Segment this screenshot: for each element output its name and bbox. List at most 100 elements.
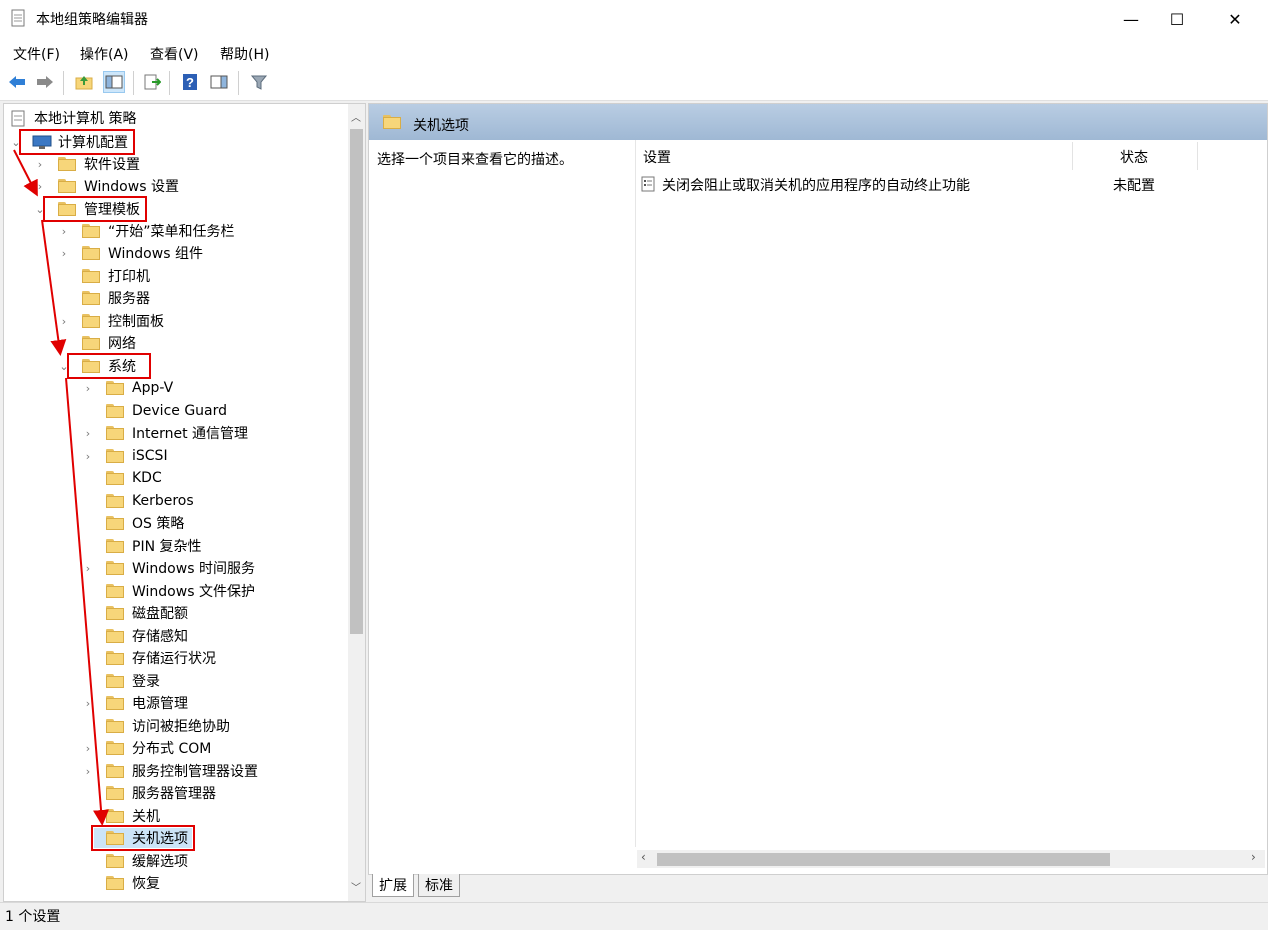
tree-root-label: 本地计算机 策略 [34, 111, 137, 127]
column-header-state[interactable]: 状态 [1120, 147, 1148, 167]
minimize-button[interactable]: — [1108, 0, 1154, 38]
close-button[interactable]: ✕ [1212, 0, 1258, 38]
folder-icon [106, 719, 124, 733]
scroll-down-icon[interactable]: ﹀ [351, 879, 361, 894]
tree-item[interactable]: 磁盘配额 [82, 602, 188, 624]
tree-item-computer-config[interactable]: ⌄ 计算机配置 [10, 129, 135, 155]
admin-templates-box: 管理模板 [43, 196, 147, 222]
tree-item[interactable]: › App-V [82, 377, 173, 399]
show-hide-tree-button[interactable] [103, 71, 125, 93]
chevron-right-icon[interactable]: › [58, 315, 70, 328]
tree-item-label: 登录 [132, 674, 160, 690]
menu-action[interactable]: 操作(A) [80, 44, 129, 64]
tree-item[interactable]: 服务器 [58, 287, 150, 309]
policy-editor-icon [10, 9, 26, 28]
tree-item-windows-settings[interactable]: › Windows 设置 [34, 175, 179, 197]
tree-item[interactable]: 存储运行状况 [82, 647, 216, 669]
tree-item[interactable]: 恢复 [82, 872, 160, 894]
filter-icon [250, 75, 268, 90]
tree-item[interactable]: Device Guard [82, 400, 227, 422]
tab-standard[interactable]: 标准 [418, 874, 460, 897]
maximize-button[interactable]: ☐ [1154, 0, 1200, 38]
tree-pane-icon [105, 75, 123, 89]
tree-item-system[interactable]: ⌄ 系统 [58, 353, 151, 379]
tree-scroll-thumb[interactable] [350, 129, 363, 634]
tree-item[interactable]: OS 策略 [82, 512, 184, 534]
tree-item-admin-templates[interactable]: ⌄ 管理模板 [34, 196, 147, 222]
forward-button[interactable] [34, 71, 56, 93]
folder-icon [82, 336, 100, 350]
help-button[interactable]: ? [179, 71, 201, 93]
up-level-button[interactable] [73, 71, 95, 93]
chevron-right-icon[interactable]: › [82, 382, 94, 395]
scroll-left-icon[interactable]: ‹ [641, 850, 646, 864]
folder-icon [82, 246, 100, 260]
tree-item[interactable]: Windows 文件保护 [82, 580, 255, 602]
tree-item[interactable]: › 分布式 COM [82, 737, 211, 759]
tree-item-label: Device Guard [132, 403, 228, 419]
chevron-down-icon[interactable]: ⌄ [10, 136, 22, 149]
tree-item-label: OS 策略 [132, 516, 185, 532]
details-header [369, 104, 1267, 140]
scroll-up-icon[interactable]: ︿ [351, 109, 361, 124]
chevron-right-icon[interactable]: › [82, 450, 94, 463]
tree-item-software[interactable]: › 软件设置 [34, 153, 140, 175]
folder-icon [82, 359, 100, 373]
tree-item[interactable]: 登录 [82, 670, 160, 692]
back-button[interactable] [6, 71, 28, 93]
tree-item[interactable]: › iSCSI [82, 445, 168, 467]
tree-item[interactable]: › “开始”菜单和任务栏 [58, 220, 235, 242]
tree-item-shutdown-options[interactable]: 关机选项 [82, 825, 195, 851]
properties-pane-button[interactable] [208, 71, 230, 93]
tree-item[interactable]: › 电源管理 [82, 692, 188, 714]
tree-item[interactable]: 关机 [82, 805, 160, 827]
list-hscrollbar[interactable]: ‹ › [637, 850, 1265, 868]
tree-item[interactable]: 缓解选项 [82, 850, 188, 872]
chevron-right-icon[interactable]: › [58, 225, 70, 238]
chevron-right-icon[interactable]: › [34, 180, 46, 193]
tree-item[interactable]: 打印机 [58, 265, 150, 287]
tree-root[interactable]: 本地计算机 策略 [10, 107, 136, 129]
menu-help[interactable]: 帮助(H) [220, 44, 269, 64]
menu-view[interactable]: 查看(V) [150, 44, 199, 64]
export-list-button[interactable] [141, 71, 163, 93]
tree-item[interactable]: PIN 复杂性 [82, 535, 202, 557]
tree-item[interactable]: 网络 [58, 332, 136, 354]
folder-icon [58, 157, 76, 171]
tree-item-label: 分布式 COM [132, 741, 212, 757]
tree-scrollbar[interactable]: ︿ ﹀ [348, 104, 365, 901]
tree-item[interactable]: KDC [82, 467, 162, 489]
list-scroll-thumb[interactable] [657, 853, 1110, 866]
chevron-right-icon[interactable]: › [82, 427, 94, 440]
tree-item[interactable]: 存储感知 [82, 625, 188, 647]
chevron-down-icon[interactable]: ⌄ [58, 360, 70, 373]
tree-item[interactable]: › Windows 组件 [58, 242, 203, 264]
chevron-down-icon[interactable]: ⌄ [34, 203, 46, 216]
column-header-setting[interactable]: 设置 [643, 147, 671, 167]
tree-item-label: KDC [132, 470, 162, 486]
folder-icon [106, 449, 124, 463]
tab-label: 扩展 [379, 878, 407, 894]
scroll-right-icon[interactable]: › [1251, 850, 1256, 864]
chevron-right-icon[interactable]: › [82, 742, 94, 755]
tree-pane[interactable]: 本地计算机 策略 ⌄ 计算机配置 › 软件设置 › Windows 设置 ⌄ 管… [3, 103, 366, 902]
toolbar-separator [238, 71, 239, 95]
tab-extended[interactable]: 扩展 [372, 874, 414, 897]
chevron-right-icon[interactable]: › [82, 697, 94, 710]
tree-item[interactable]: › Windows 时间服务 [82, 557, 255, 579]
tree-item[interactable]: › Internet 通信管理 [82, 422, 248, 444]
menu-file[interactable]: 文件(F) [13, 44, 60, 64]
tree-item[interactable]: › 控制面板 [58, 310, 164, 332]
tree-item[interactable]: Kerberos [82, 490, 194, 512]
tree-item[interactable]: 服务器管理器 [82, 782, 216, 804]
chevron-right-icon[interactable]: › [58, 247, 70, 260]
tree-item[interactable]: 访问被拒绝协助 [82, 715, 230, 737]
chevron-right-icon[interactable]: › [34, 158, 46, 171]
filter-button[interactable] [248, 71, 270, 93]
column-header-divider[interactable] [1072, 142, 1073, 170]
tree-item[interactable]: › 服务控制管理器设置 [82, 760, 258, 782]
chevron-right-icon[interactable]: › [82, 765, 94, 778]
policy-row[interactable]: 关闭会阻止或取消关机的应用程序的自动终止功能 未配置 [641, 173, 1261, 195]
column-header-divider[interactable] [1197, 142, 1198, 170]
chevron-right-icon[interactable]: › [82, 562, 94, 575]
